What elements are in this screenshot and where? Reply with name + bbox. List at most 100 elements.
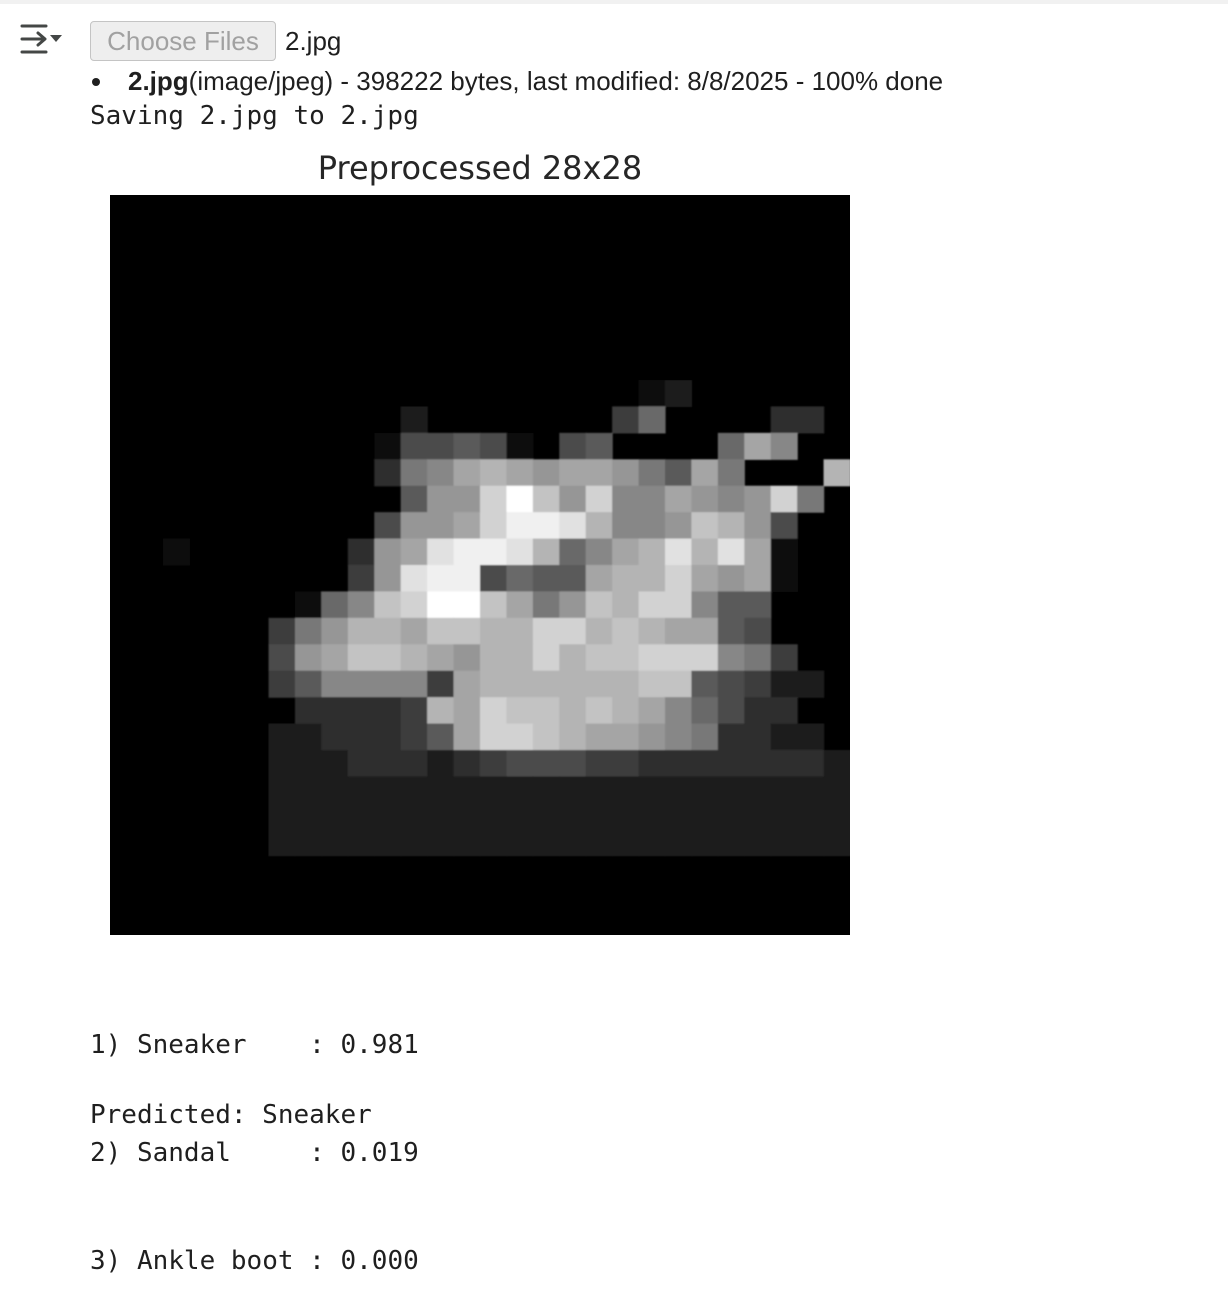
cell-top-rule	[0, 0, 1228, 4]
image-pixel	[295, 670, 323, 698]
image-pixel	[665, 591, 693, 619]
image-pixel	[665, 485, 693, 513]
prediction-rank: 3)	[90, 1246, 122, 1276]
image-pixel	[717, 485, 745, 513]
image-pixel	[532, 485, 560, 513]
image-pixel	[321, 697, 349, 725]
image-pixel	[770, 670, 798, 698]
image-pixel	[374, 670, 402, 698]
image-pixel	[717, 776, 745, 804]
image-pixel	[480, 459, 508, 487]
image-pixel	[717, 538, 745, 566]
image-pixel	[374, 432, 402, 460]
image-pixel	[638, 670, 666, 698]
image-pixel	[374, 512, 402, 540]
image-pixel	[559, 802, 587, 830]
image-pixel	[665, 380, 693, 408]
image-pixel	[691, 485, 719, 513]
choose-files-button[interactable]: Choose Files	[90, 21, 276, 61]
image-pixel	[506, 829, 534, 857]
image-pixel	[427, 512, 455, 540]
image-pixel	[453, 750, 481, 778]
image-pixel	[453, 617, 481, 645]
image-pixel	[268, 723, 296, 751]
image-pixel	[665, 670, 693, 698]
image-pixel	[797, 723, 825, 751]
image-pixel	[453, 512, 481, 540]
image-pixel	[453, 723, 481, 751]
image-pixel	[427, 538, 455, 566]
image-pixel	[347, 617, 375, 645]
image-pixel	[744, 565, 772, 593]
image-pixel	[480, 802, 508, 830]
image-pixel	[612, 406, 640, 434]
image-pixel	[374, 565, 402, 593]
image-pixel	[612, 485, 640, 513]
image-pixel	[453, 591, 481, 619]
output-toggle-icon[interactable]	[18, 20, 64, 58]
prediction-score: 0.019	[340, 1138, 419, 1168]
image-pixel	[744, 485, 772, 513]
prediction-rank: 2)	[90, 1138, 122, 1168]
image-pixel	[585, 644, 613, 672]
image-pixel	[559, 670, 587, 698]
image-pixel	[744, 644, 772, 672]
image-pixel	[691, 776, 719, 804]
image-pixel	[480, 432, 508, 460]
image-pixel	[612, 829, 640, 857]
image-pixel	[612, 591, 640, 619]
image-pixel	[717, 432, 745, 460]
image-pixel	[374, 459, 402, 487]
image-pixel	[427, 565, 455, 593]
image-pixel	[770, 802, 798, 830]
image-pixel	[295, 644, 323, 672]
image-pixel	[770, 697, 798, 725]
image-pixel	[797, 750, 825, 778]
image-pixel	[374, 723, 402, 751]
image-pixel	[532, 644, 560, 672]
image-pixel	[744, 802, 772, 830]
image-pixel	[585, 432, 613, 460]
image-pixel	[532, 723, 560, 751]
image-pixel	[770, 538, 798, 566]
image-pixel	[506, 485, 534, 513]
image-pixel	[559, 485, 587, 513]
image-pixel	[559, 617, 587, 645]
image-pixel	[665, 829, 693, 857]
image-pixel	[162, 538, 190, 566]
image-pixel	[532, 591, 560, 619]
upload-file-name: 2.jpg	[128, 66, 189, 96]
image-pixel	[532, 829, 560, 857]
image-pixel	[744, 432, 772, 460]
predicted-class: Predicted: Sneaker	[90, 1100, 372, 1130]
preprocessed-image-canvas	[162, 380, 850, 857]
image-pixel	[612, 617, 640, 645]
image-pixel	[347, 591, 375, 619]
image-pixel	[268, 644, 296, 672]
image-pixel	[744, 750, 772, 778]
image-pixel	[585, 538, 613, 566]
image-pixel	[427, 776, 455, 804]
image-pixel	[823, 750, 850, 778]
image-pixel	[480, 723, 508, 751]
image-pixel	[532, 512, 560, 540]
image-pixel	[612, 644, 640, 672]
image-pixel	[638, 802, 666, 830]
image-pixel	[717, 829, 745, 857]
image-pixel	[612, 512, 640, 540]
image-pixel	[585, 750, 613, 778]
image-pixel	[559, 697, 587, 725]
image-pixel	[374, 802, 402, 830]
image-pixel	[585, 697, 613, 725]
image-pixel	[453, 776, 481, 804]
image-pixel	[453, 670, 481, 698]
image-pixel	[744, 776, 772, 804]
image-pixel	[559, 829, 587, 857]
image-pixel	[717, 750, 745, 778]
image-pixel	[347, 538, 375, 566]
image-pixel	[268, 617, 296, 645]
image-pixel	[532, 697, 560, 725]
image-pixel	[295, 723, 323, 751]
image-pixel	[506, 565, 534, 593]
image-pixel	[400, 591, 428, 619]
